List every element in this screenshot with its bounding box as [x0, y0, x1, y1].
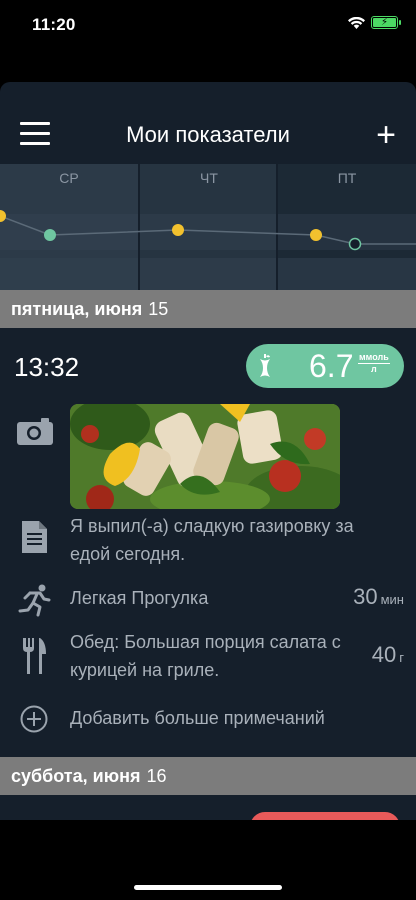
glucose-value: 6.7: [309, 348, 354, 384]
date-header-day: 16: [146, 765, 167, 786]
day-label-thu: ЧТ: [200, 170, 218, 186]
glucose-unit: ммоль л: [358, 352, 390, 376]
apple-core-icon: [260, 354, 270, 377]
chart-point-3: [172, 224, 184, 236]
meal-label[interactable]: Обед: Большая порция салата с курицей на…: [70, 628, 360, 684]
page-title: Мои показатели: [126, 122, 290, 147]
chart-point-5: [348, 237, 362, 251]
day-label-fri: ПТ: [337, 170, 357, 186]
activity-value: 30 мин: [353, 584, 404, 610]
add-button[interactable]: +: [376, 118, 396, 152]
date-header-day: 15: [148, 298, 169, 319]
wifi-icon: [348, 16, 365, 29]
date-header-weekday: пятница, июня: [11, 298, 143, 319]
date-header-weekday: суббота, июня: [11, 765, 141, 786]
document-icon: [22, 521, 47, 553]
day-label-wed: СР: [59, 170, 79, 186]
add-more-notes[interactable]: Добавить больше примечаний: [70, 704, 325, 732]
status-time: 11:20: [32, 15, 76, 34]
note-text[interactable]: Я выпил(-а) сладкую газировку за едой се…: [70, 512, 390, 568]
meal-photo[interactable]: [70, 404, 340, 509]
week-chart[interactable]: СР ЧТ ПТ: [0, 164, 416, 290]
glucose-badge[interactable]: 6.7 ммоль л: [246, 344, 404, 388]
date-header-friday: пятница, июня 15: [0, 290, 416, 328]
meal-unit: г: [399, 650, 404, 665]
glucose-unit-bottom: л: [371, 364, 377, 375]
activity-amount: 30: [353, 584, 378, 609]
status-icons: ⚡: [348, 16, 401, 29]
date-header-saturday: суббота, июня 16: [0, 757, 416, 795]
next-entry-badge[interactable]: [250, 812, 400, 820]
chart-point-4: [310, 229, 322, 241]
camera-icon[interactable]: [17, 418, 53, 445]
meal-value: 40 г: [372, 642, 404, 668]
glucose-unit-top: ммоль: [358, 352, 390, 365]
add-circle-icon[interactable]: [20, 705, 48, 733]
activity-unit: мин: [380, 592, 404, 607]
running-icon: [18, 584, 51, 617]
entry-time[interactable]: 13:32: [14, 352, 79, 383]
activity-label[interactable]: Легкая Прогулка: [70, 584, 208, 612]
fork-knife-icon: [23, 638, 46, 674]
battery-icon: ⚡: [371, 16, 401, 29]
chart-point-2: [44, 229, 56, 241]
status-bar: 11:20 ⚡: [0, 0, 416, 50]
main-sheet: Мои показатели + СР ЧТ ПТ пятница, июня …: [0, 82, 416, 820]
meal-amount: 40: [371, 642, 397, 667]
nav-bar: Мои показатели +: [0, 82, 416, 164]
home-indicator[interactable]: [134, 885, 282, 890]
